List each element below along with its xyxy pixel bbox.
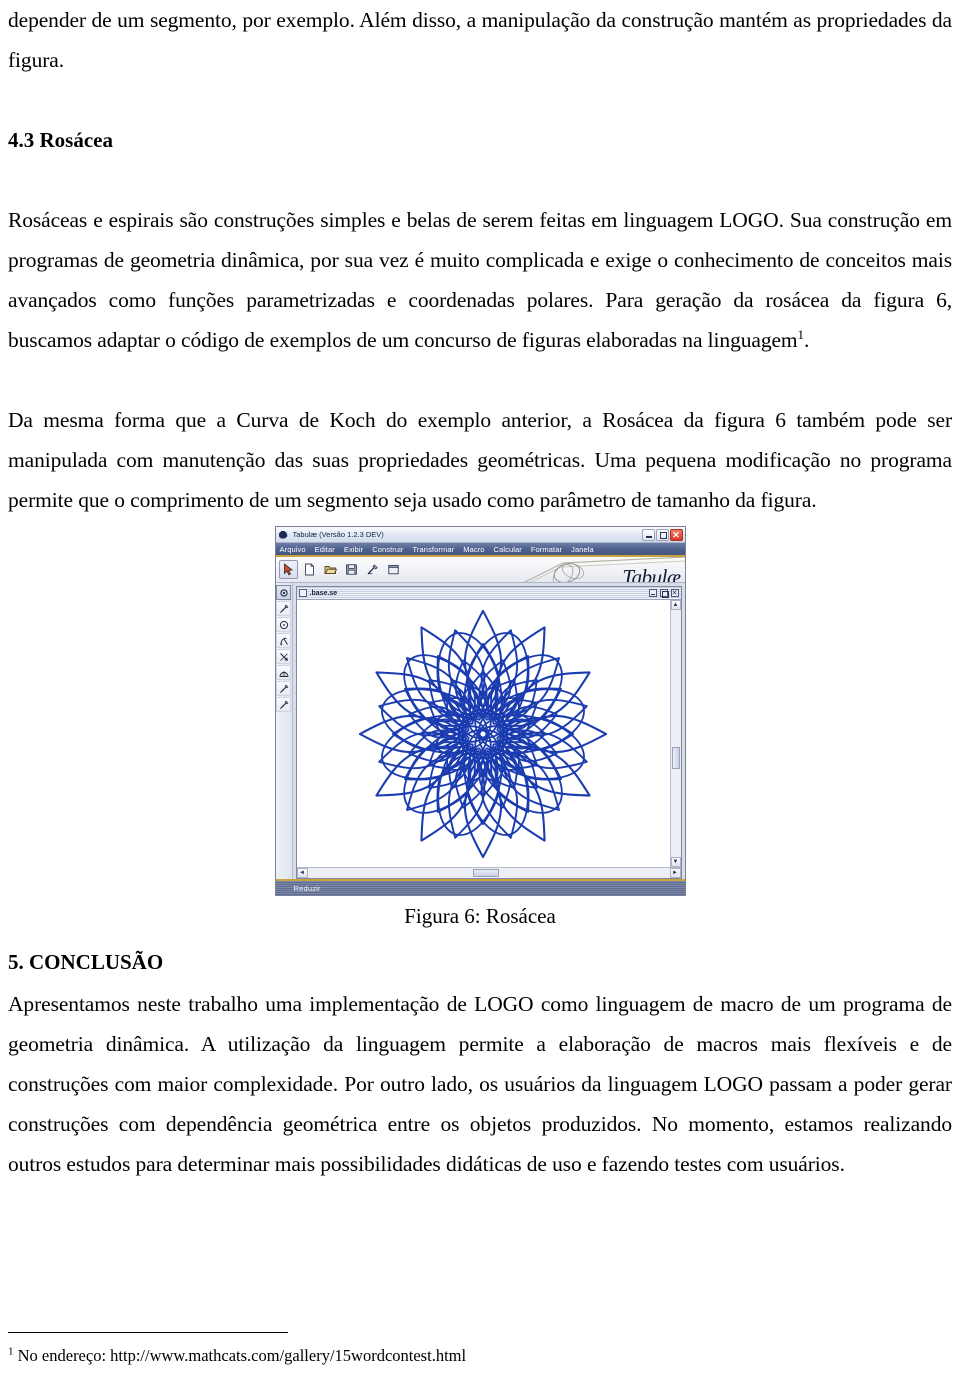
- footnote-separator-rule: [8, 1331, 288, 1333]
- mdi-child-title: .base.se: [309, 589, 338, 597]
- scroll-right-arrow[interactable]: ►: [669, 868, 681, 878]
- tool-button-5[interactable]: [363, 560, 382, 579]
- vector-arrow-icon: [279, 652, 288, 661]
- paragraph-intro: depender de um segmento, por exemplo. Al…: [8, 8, 952, 72]
- paragraph-rosacea-2: Da mesma forma que a Curva de Koch do ex…: [8, 408, 952, 512]
- minimize-button[interactable]: [641, 528, 655, 541]
- figure-caption: Figura 6: Rosácea: [404, 904, 556, 928]
- conclusion-heading-row: 5. CONCLUSÃO: [8, 940, 952, 984]
- paragraph-rosacea-1: Rosáceas e espirais são construções simp…: [8, 200, 952, 360]
- figure-6-container: Tabulæ (Versão 1.2.3 DEV) ✕ Arquivo Edit…: [8, 526, 952, 896]
- app-icon: [279, 530, 289, 540]
- drawing-canvas[interactable]: [296, 600, 670, 867]
- select-arrow-tool[interactable]: [278, 560, 298, 579]
- application-statusbar: Reduzir: [275, 879, 685, 895]
- line-icon: [279, 684, 288, 693]
- compass-icon: [279, 637, 288, 645]
- application-toolbar: Tabulæ: [275, 557, 685, 583]
- tool-palette: [275, 583, 293, 879]
- new-document-icon: [304, 563, 314, 576]
- menu-item-arquivo[interactable]: Arquivo: [280, 545, 306, 554]
- save-file-button[interactable]: [342, 560, 361, 579]
- application-menubar: Arquivo Editar Exibir Construir Transfor…: [275, 543, 685, 557]
- maximize-button[interactable]: [655, 528, 669, 541]
- scroll-up-arrow[interactable]: ▲: [670, 600, 681, 610]
- vertical-scrollbar[interactable]: ▲ ▼: [669, 600, 681, 867]
- pen-curve-icon: [367, 564, 378, 575]
- mdi-close-button[interactable]: ✕: [670, 589, 679, 597]
- horizontal-scrollbar[interactable]: ◄ ►: [296, 867, 681, 878]
- heading-4-3-rosacea: 4.3 Rosácea: [8, 128, 113, 152]
- arc-tool[interactable]: [276, 665, 291, 680]
- logo-swirl-icon: [523, 557, 685, 582]
- arc-shape-icon: [279, 670, 288, 677]
- cursor-arrow-icon: [283, 563, 293, 576]
- menu-item-editar[interactable]: Editar: [315, 545, 335, 554]
- point-icon: [279, 588, 288, 597]
- mdi-system-menu-icon[interactable]: [298, 589, 307, 597]
- menu-item-janela[interactable]: Janela: [571, 545, 594, 554]
- circle-tool[interactable]: [276, 617, 291, 632]
- document-page: depender de um segmento, por exemplo. Al…: [0, 0, 960, 1375]
- tabulae-logo: Tabulæ: [515, 557, 685, 583]
- footnote-area: 1 No endereço: http://www.mathcats.com/g…: [8, 1331, 708, 1368]
- mdi-child-window: .base.se ✕ ▲ ▼ ◄ ►: [295, 586, 682, 879]
- scroll-left-arrow[interactable]: ◄: [296, 868, 308, 878]
- mdi-minimize-button[interactable]: [648, 589, 657, 597]
- window-title: Tabulæ (Versão 1.2.3 DEV): [292, 530, 384, 539]
- vector-tool[interactable]: [276, 649, 291, 664]
- circle-icon: [279, 620, 288, 629]
- menu-item-formatar[interactable]: Formatar: [531, 545, 562, 554]
- window-frame-icon: [387, 564, 399, 575]
- mdi-child-titlebar: .base.se ✕: [296, 587, 681, 600]
- footnote-marker: 1: [8, 1345, 14, 1358]
- segment-tool[interactable]: [276, 601, 291, 616]
- point-tool[interactable]: [276, 585, 291, 600]
- compass-tool[interactable]: [276, 633, 291, 648]
- menu-item-construir[interactable]: Construir: [372, 545, 403, 554]
- ray-tool[interactable]: [276, 697, 291, 712]
- menu-item-calcular[interactable]: Calcular: [494, 545, 522, 554]
- paragraph-conclusion: Apresentamos neste trabalho uma implemen…: [8, 992, 952, 1176]
- rosacea-figure: [358, 609, 608, 858]
- new-file-button[interactable]: [300, 560, 319, 579]
- footnote-line: 1 No endereço: http://www.mathcats.com/g…: [8, 1345, 708, 1367]
- mdi-child-controls: ✕: [648, 589, 679, 598]
- canvas-row: ▲ ▼: [296, 600, 681, 867]
- open-file-button[interactable]: [321, 560, 340, 579]
- paragraph-rosacea-1-tail: .: [803, 328, 810, 352]
- ray-icon: [279, 700, 288, 709]
- logo-text: Tabulæ: [622, 565, 681, 583]
- window-controls: ✕: [641, 528, 683, 541]
- tabulae-application-window: Tabulæ (Versão 1.2.3 DEV) ✕ Arquivo Edit…: [274, 526, 686, 896]
- horizontal-scroll-thumb[interactable]: [473, 869, 500, 877]
- application-workspace: .base.se ✕ ▲ ▼ ◄ ►: [275, 583, 685, 879]
- figure-caption-row: Figura 6: Rosácea: [8, 896, 952, 940]
- vertical-scroll-thumb[interactable]: [671, 746, 680, 769]
- mdi-maximize-button[interactable]: [659, 589, 669, 598]
- tool-button-6[interactable]: [384, 560, 403, 579]
- status-text: Reduzir: [293, 883, 321, 893]
- footnote-text: No endereço: http://www.mathcats.com/gal…: [17, 1346, 467, 1365]
- pencil-line-icon: [279, 604, 288, 613]
- scroll-down-arrow[interactable]: ▼: [670, 857, 681, 867]
- heading-5-conclusao: 5. CONCLUSÃO: [8, 950, 164, 974]
- menu-item-exibir[interactable]: Exibir: [344, 545, 363, 554]
- floppy-save-icon: [345, 564, 357, 575]
- close-button[interactable]: ✕: [669, 528, 683, 541]
- paragraph-rosacea-1-text: Rosáceas e espirais são construções simp…: [8, 208, 952, 352]
- menu-item-macro[interactable]: Macro: [463, 545, 484, 554]
- window-titlebar: Tabulæ (Versão 1.2.3 DEV) ✕: [275, 527, 685, 543]
- mdi-area: .base.se ✕ ▲ ▼ ◄ ►: [293, 583, 685, 879]
- open-folder-icon: [324, 566, 337, 574]
- menu-item-transformar[interactable]: Transformar: [413, 545, 455, 554]
- line-tool[interactable]: [276, 681, 291, 696]
